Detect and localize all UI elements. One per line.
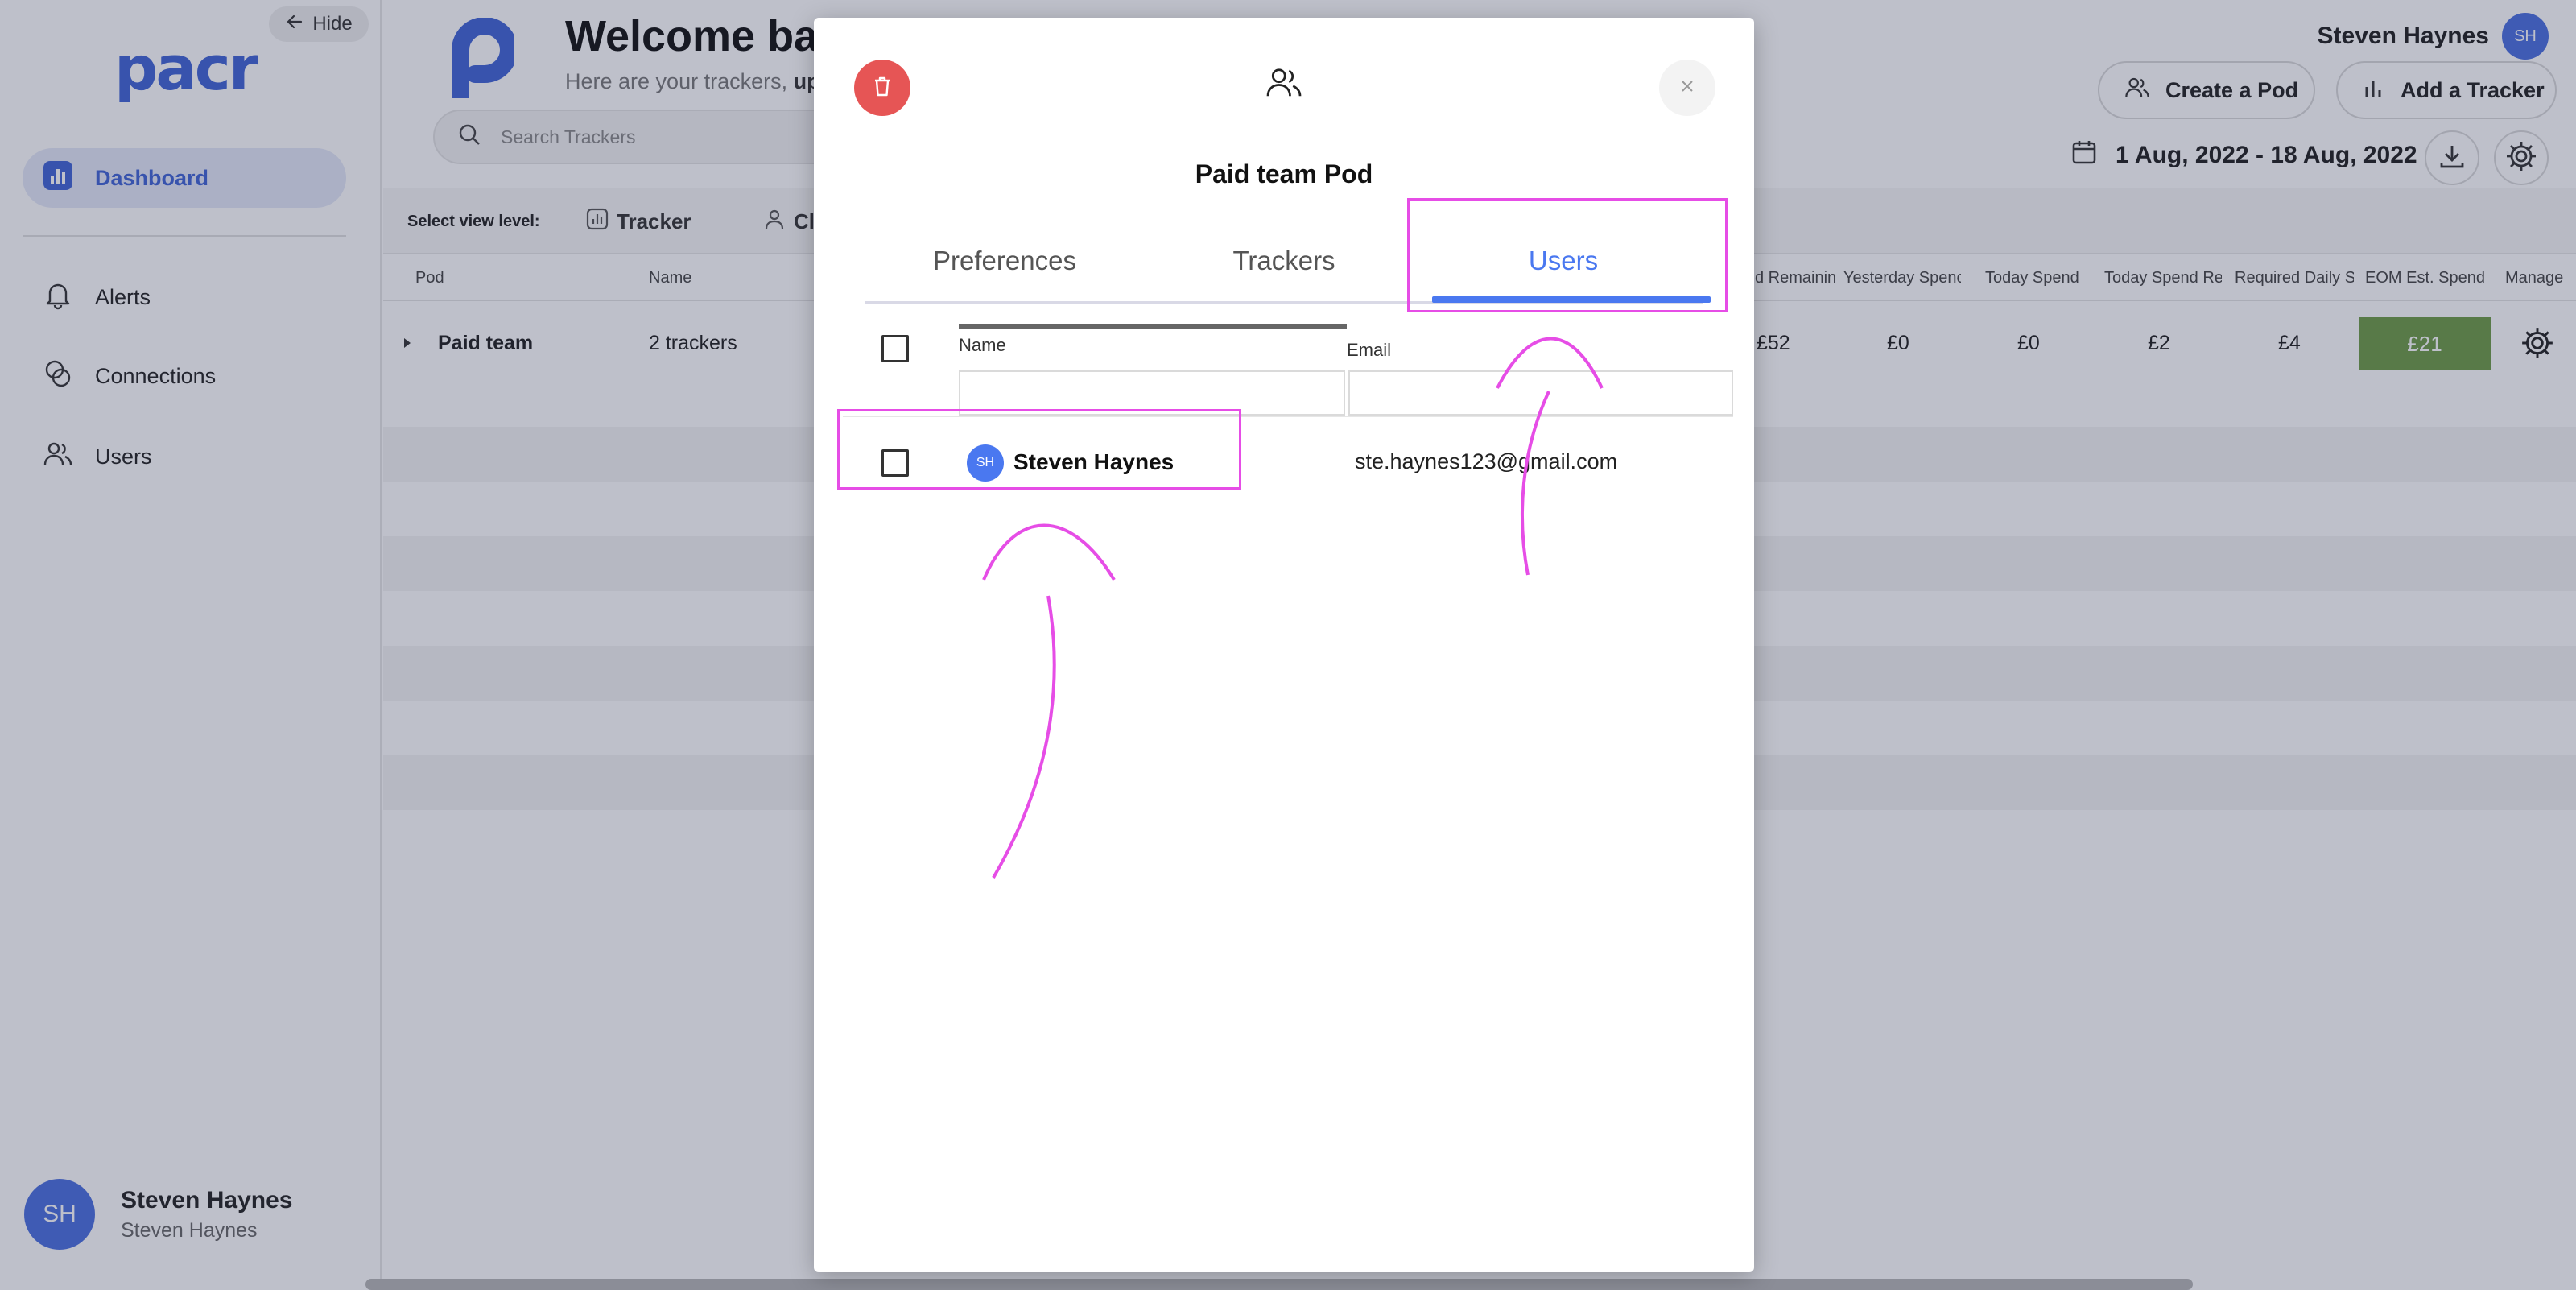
annotation-arrow-row (992, 595, 1056, 879)
annotation-arrowhead-tab (1496, 337, 1604, 389)
annotation-arrow-tab (1520, 391, 1550, 576)
annotation-arrows (982, 337, 1604, 879)
annotation-arrowhead-row (982, 523, 1116, 581)
